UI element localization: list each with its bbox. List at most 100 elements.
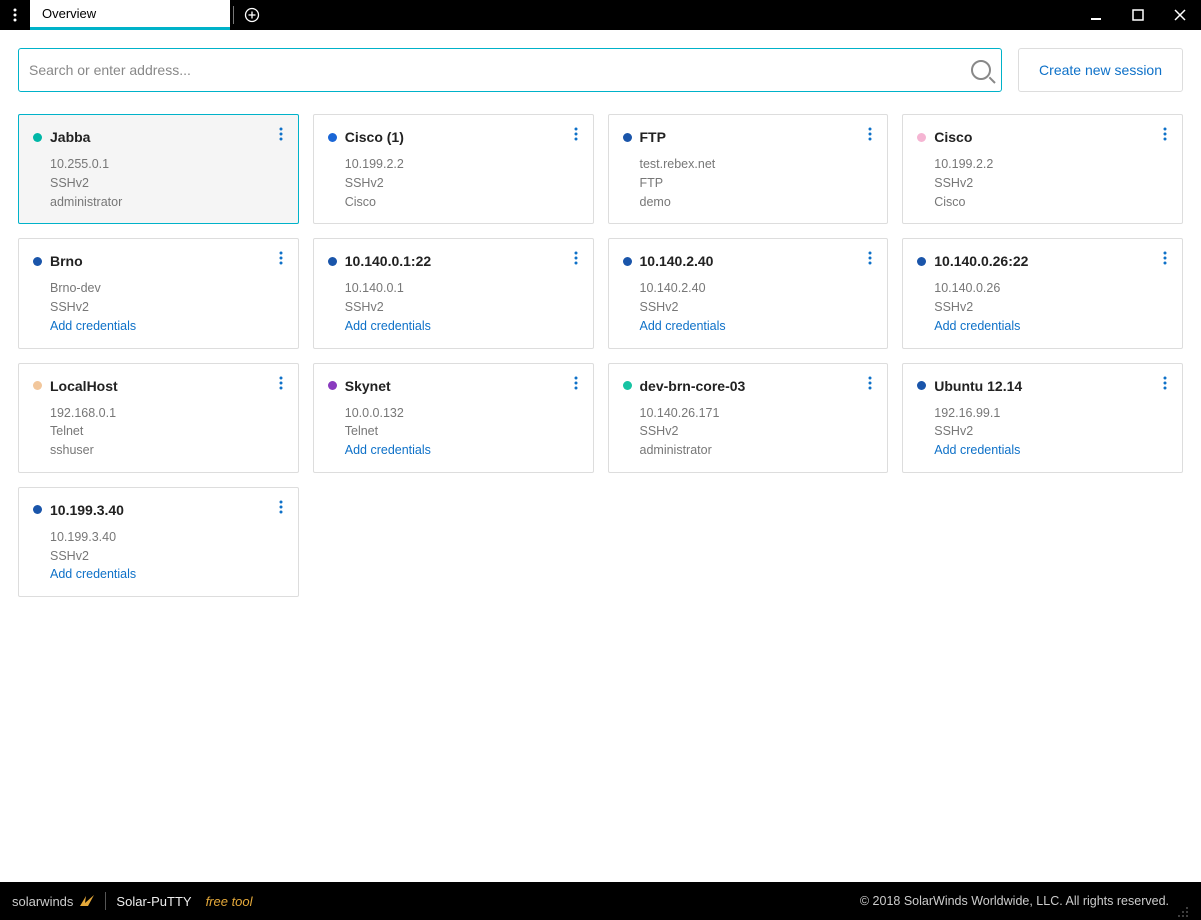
session-menu-button[interactable] (1156, 123, 1174, 145)
session-menu-button[interactable] (272, 123, 290, 145)
add-credentials-link[interactable]: Add credentials (345, 441, 579, 460)
session-name: Cisco (1) (345, 129, 404, 145)
footer: solarwinds Solar-PuTTY free tool © 2018 … (0, 882, 1201, 920)
session-card[interactable]: 10.140.0.26:2210.140.0.26SSHv2Add creden… (902, 238, 1183, 348)
add-credentials-link[interactable]: Add credentials (50, 317, 284, 336)
free-tool-tag: free tool (206, 894, 253, 909)
resize-grip-icon[interactable] (1177, 906, 1189, 918)
session-card[interactable]: Cisco10.199.2.2SSHv2Cisco (902, 114, 1183, 224)
session-protocol: SSHv2 (640, 422, 874, 441)
session-details: 192.168.0.1Telnetsshuser (33, 404, 284, 460)
session-details: 10.140.0.1SSHv2Add credentials (328, 279, 579, 335)
new-tab-button[interactable] (237, 0, 267, 30)
session-card[interactable]: 10.140.0.1:2210.140.0.1SSHv2Add credenti… (313, 238, 594, 348)
copyright: © 2018 SolarWinds Worldwide, LLC. All ri… (860, 894, 1169, 908)
session-protocol: SSHv2 (934, 298, 1168, 317)
session-menu-button[interactable] (1156, 247, 1174, 269)
session-details: Brno-devSSHv2Add credentials (33, 279, 284, 335)
session-details: 10.255.0.1SSHv2administrator (33, 155, 284, 211)
session-card[interactable]: FTP test.rebex.netFTPdemo (608, 114, 889, 224)
minimize-button[interactable] (1075, 0, 1117, 30)
session-menu-button[interactable] (861, 247, 879, 269)
create-session-button[interactable]: Create new session (1018, 48, 1183, 92)
session-details: 10.140.2.40SSHv2Add credentials (623, 279, 874, 335)
session-protocol: SSHv2 (934, 422, 1168, 441)
status-dot-icon (917, 381, 926, 390)
session-host: 10.255.0.1 (50, 155, 284, 174)
session-host: 10.140.0.26 (934, 279, 1168, 298)
footer-divider (105, 892, 106, 910)
session-card[interactable]: 10.140.2.4010.140.2.40SSHv2Add credentia… (608, 238, 889, 348)
session-protocol: SSHv2 (934, 174, 1168, 193)
session-host: 10.199.2.2 (934, 155, 1168, 174)
close-button[interactable] (1159, 0, 1201, 30)
status-dot-icon (623, 257, 632, 266)
session-host: 10.0.0.132 (345, 404, 579, 423)
session-menu-button[interactable] (272, 496, 290, 518)
session-user: administrator (50, 193, 284, 212)
session-menu-button[interactable] (567, 372, 585, 394)
session-card[interactable]: Brno Brno-devSSHv2Add credentials (18, 238, 299, 348)
add-credentials-link[interactable]: Add credentials (345, 317, 579, 336)
maximize-button[interactable] (1117, 0, 1159, 30)
session-user: demo (640, 193, 874, 212)
session-host: 192.16.99.1 (934, 404, 1168, 423)
status-dot-icon (917, 133, 926, 142)
search-box[interactable] (18, 48, 1002, 92)
session-menu-button[interactable] (861, 123, 879, 145)
session-menu-button[interactable] (272, 247, 290, 269)
session-protocol: Telnet (345, 422, 579, 441)
add-credentials-link[interactable]: Add credentials (934, 441, 1168, 460)
status-dot-icon (33, 505, 42, 514)
session-details: test.rebex.netFTPdemo (623, 155, 874, 211)
add-credentials-link[interactable]: Add credentials (50, 565, 284, 584)
tab-overview[interactable]: Overview (30, 0, 230, 30)
add-credentials-link[interactable]: Add credentials (934, 317, 1168, 336)
session-card[interactable]: Jabba10.255.0.1SSHv2administrator (18, 114, 299, 224)
status-dot-icon (33, 257, 42, 266)
session-menu-button[interactable] (272, 372, 290, 394)
session-card[interactable]: Skynet 10.0.0.132TelnetAdd credentials (313, 363, 594, 473)
session-host: 10.199.2.2 (345, 155, 579, 174)
session-name: FTP (640, 129, 666, 145)
session-host: test.rebex.net (640, 155, 874, 174)
session-grid: Jabba10.255.0.1SSHv2administratorCisco (… (18, 114, 1183, 597)
session-details: 192.16.99.1SSHv2Add credentials (917, 404, 1168, 460)
session-user: Cisco (345, 193, 579, 212)
session-card[interactable]: Cisco (1) 10.199.2.2SSHv2Cisco (313, 114, 594, 224)
session-card[interactable]: LocalHost 192.168.0.1Telnetsshuser (18, 363, 299, 473)
session-card[interactable]: Ubuntu 12.14 192.16.99.1SSHv2Add credenti… (902, 363, 1183, 473)
session-card[interactable]: dev-brn-core-0310.140.26.171SSHv2adminis… (608, 363, 889, 473)
session-name: 10.199.3.40 (50, 502, 124, 518)
add-credentials-link[interactable]: Add credentials (640, 317, 874, 336)
session-name: Skynet (345, 378, 391, 394)
session-menu-button[interactable] (567, 123, 585, 145)
session-details: 10.199.2.2SSHv2Cisco (917, 155, 1168, 211)
session-protocol: SSHv2 (345, 174, 579, 193)
session-menu-button[interactable] (1156, 372, 1174, 394)
session-host: 10.140.2.40 (640, 279, 874, 298)
session-protocol: SSHv2 (345, 298, 579, 317)
session-details: 10.140.0.26SSHv2Add credentials (917, 279, 1168, 335)
session-menu-button[interactable] (567, 247, 585, 269)
session-protocol: SSHv2 (50, 298, 284, 317)
session-host: 192.168.0.1 (50, 404, 284, 423)
tab-divider (230, 0, 237, 30)
session-name: LocalHost (50, 378, 118, 394)
status-dot-icon (328, 381, 337, 390)
titlebar: Overview (0, 0, 1201, 30)
window-controls (1075, 0, 1201, 30)
status-dot-icon (917, 257, 926, 266)
session-name: Ubuntu 12.14 (934, 378, 1022, 394)
app-menu-button[interactable] (0, 0, 30, 30)
session-protocol: SSHv2 (50, 174, 284, 193)
status-dot-icon (33, 381, 42, 390)
session-card[interactable]: 10.199.3.4010.199.3.40SSHv2Add credentia… (18, 487, 299, 597)
session-user: sshuser (50, 441, 284, 460)
status-dot-icon (328, 133, 337, 142)
create-session-label: Create new session (1039, 62, 1162, 78)
session-menu-button[interactable] (861, 372, 879, 394)
search-input[interactable] (29, 62, 971, 78)
session-name: Brno (50, 253, 83, 269)
solarwinds-logo: solarwinds (12, 894, 95, 909)
